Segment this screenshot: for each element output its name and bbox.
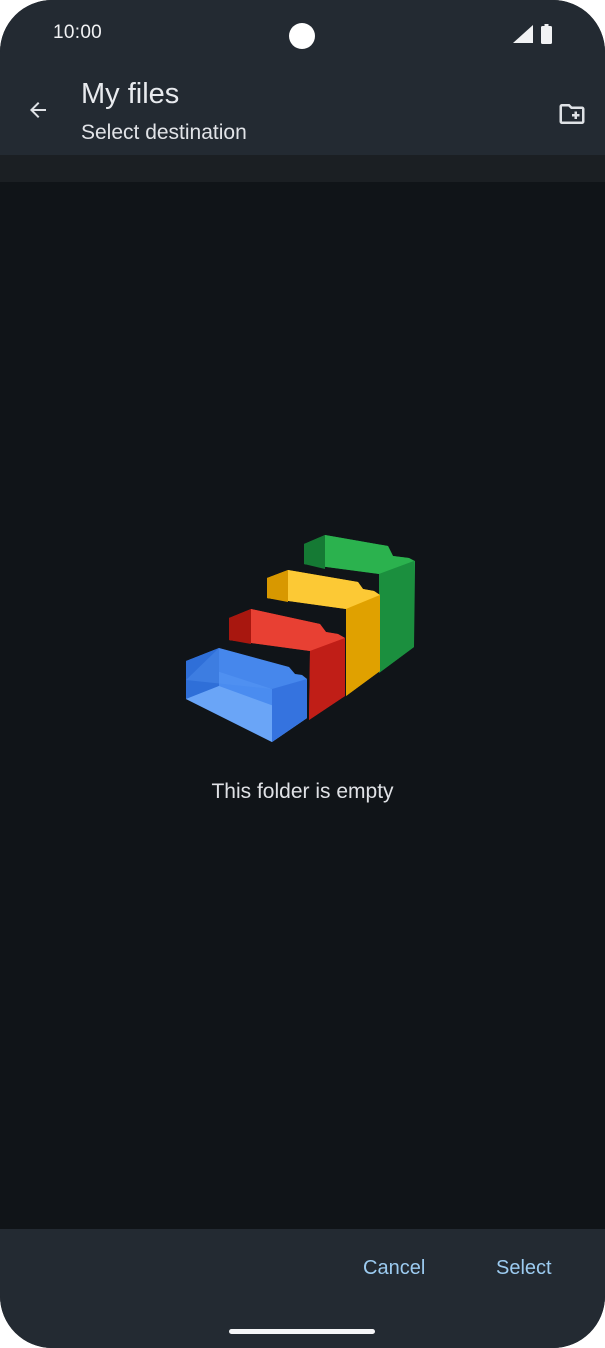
cancel-button[interactable]: Cancel xyxy=(363,1257,425,1280)
page-title: My files xyxy=(81,78,180,110)
camera-cutout xyxy=(289,23,315,49)
phone-screen: 10:00 My files Select destination This f… xyxy=(0,0,605,1348)
app-bar: My files Select destination xyxy=(0,70,605,155)
arrow-back-icon xyxy=(30,102,46,118)
status-time: 10:00 xyxy=(53,22,103,43)
home-indicator[interactable] xyxy=(229,1329,375,1334)
signal-icon xyxy=(513,25,533,43)
battery-icon xyxy=(541,24,552,44)
new-folder-button[interactable] xyxy=(552,94,592,134)
select-button[interactable]: Select xyxy=(496,1257,552,1280)
empty-folder-illustration xyxy=(186,535,415,742)
status-bar: 10:00 xyxy=(0,0,605,70)
empty-state-message: This folder is empty xyxy=(211,780,394,803)
page-subtitle: Select destination xyxy=(81,121,247,144)
file-list-area: This folder is empty xyxy=(0,182,605,1229)
app-bar-divider xyxy=(0,155,605,182)
create-new-folder-icon xyxy=(559,104,585,124)
blue-folder-shape xyxy=(186,648,307,742)
back-button[interactable] xyxy=(18,90,58,130)
